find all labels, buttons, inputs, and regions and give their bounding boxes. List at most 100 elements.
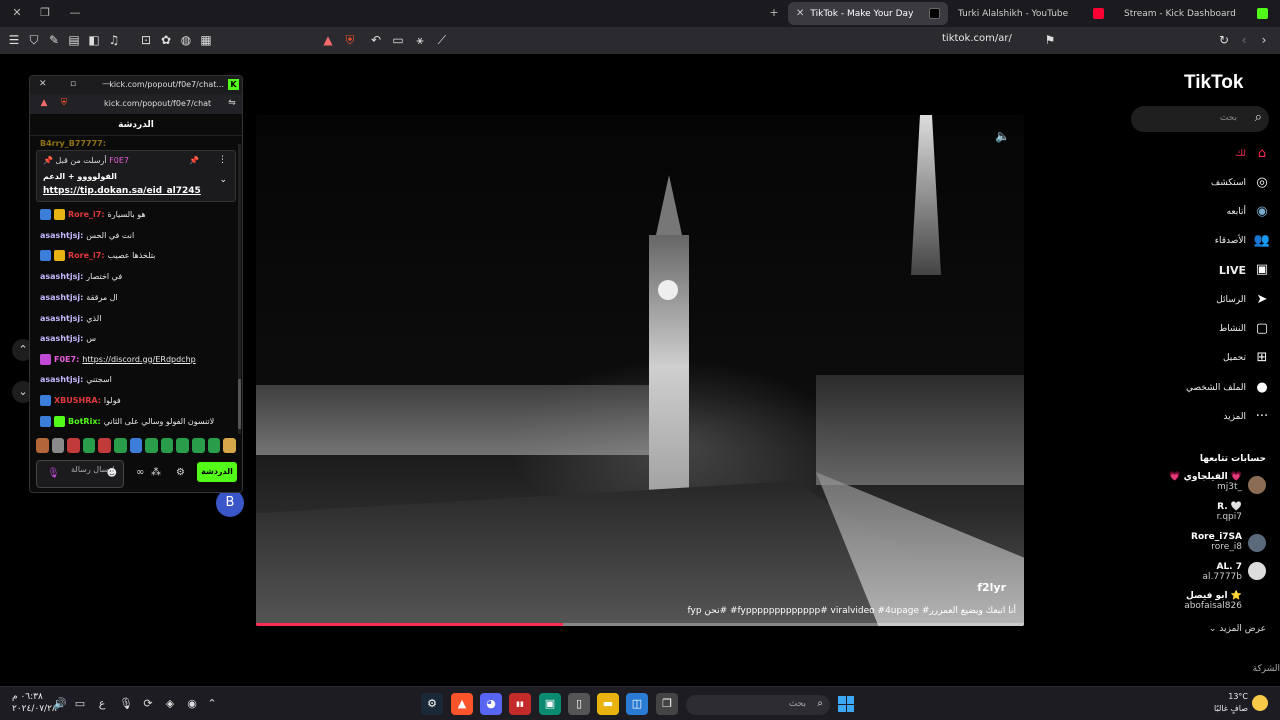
shield-icon[interactable]: ⛉ <box>26 32 42 48</box>
microphone-icon[interactable]: 🎙 <box>47 468 60 479</box>
avatar[interactable] <box>1248 592 1266 610</box>
close-window-icon[interactable]: ✕ <box>10 6 24 20</box>
nav-for-you[interactable]: ⌂ لك <box>1140 144 1270 164</box>
language-indicator[interactable]: ع <box>94 696 110 712</box>
reload-icon[interactable]: ↻ <box>1216 32 1232 48</box>
task-view-icon[interactable]: ❐ <box>656 693 678 715</box>
following-account[interactable]: 💗 الفيلجاوي 💗 mj3t_ <box>1122 472 1242 492</box>
weather-widget[interactable]: 13°C صافٍ غالبًا <box>1200 691 1248 715</box>
emote-icon[interactable] <box>192 438 205 453</box>
kebab-menu-icon[interactable]: ⋮ <box>218 155 227 165</box>
forward-icon[interactable]: › <box>1256 32 1272 48</box>
nav-more[interactable]: ··· المزيد <box>1140 407 1270 427</box>
chat-message-input[interactable]: 🎙 إرسال رسالة ☻ <box>36 460 124 488</box>
wallet-icon[interactable]: ▦ <box>198 32 214 48</box>
windows-start-button[interactable] <box>838 696 854 712</box>
search-icon[interactable]: ⌕ <box>1255 110 1262 125</box>
avatar[interactable] <box>1248 476 1266 494</box>
tab-kick[interactable]: Stream - Kick Dashboard <box>1116 2 1276 25</box>
nav-profile[interactable]: ● الملف الشخصي <box>1140 378 1270 398</box>
brave-shields-icon[interactable]: ⛨ <box>342 32 358 48</box>
chevron-up-icon[interactable]: ⌃ <box>204 696 220 712</box>
back-icon[interactable]: ‹ <box>1236 32 1252 48</box>
chat-username[interactable]: asashtjsj: <box>40 231 83 240</box>
chat-message-link[interactable]: https://discord.gg/ERdpdchp <box>82 355 195 364</box>
store-app-icon[interactable]: ◫ <box>626 693 648 715</box>
video-author-handle[interactable]: f2lyr <box>977 581 1006 594</box>
settings-gear-icon[interactable]: ⚙ <box>176 467 185 478</box>
emote-icon[interactable] <box>145 438 158 453</box>
see-more-button[interactable]: عرض المزيد ⌄ <box>1209 624 1266 634</box>
file-explorer-icon[interactable]: ▬ <box>597 693 619 715</box>
volume-icon[interactable]: 🔊 <box>52 696 68 712</box>
nav-friends[interactable]: 👥 الأصدقاء <box>1140 231 1270 251</box>
maximize-window-icon[interactable]: ▫ <box>70 79 76 89</box>
bookmark-add-icon[interactable]: ✎ <box>46 32 62 48</box>
steam-app-icon[interactable]: ⚙ <box>421 693 443 715</box>
tiktok-logo[interactable]: TikTok <box>1184 72 1243 94</box>
avatar[interactable] <box>1248 534 1266 552</box>
emote-icon[interactable] <box>67 438 80 453</box>
chat-username[interactable]: asashtjsj: <box>40 314 83 323</box>
steam-tray-icon[interactable]: ◈ <box>162 696 178 712</box>
screenshot-icon[interactable]: ⊡ <box>138 32 154 48</box>
emote-icon[interactable] <box>160 438 174 453</box>
chat-username[interactable]: asashtjsj: <box>40 293 83 302</box>
pinned-message[interactable]: 📌 أرسلت من قبل F0E7 الفولوووو + الدعم ht… <box>36 150 236 202</box>
emote-icon[interactable] <box>207 438 221 453</box>
chat-username[interactable]: asashtjsj: <box>40 334 83 343</box>
tab-tiktok[interactable]: ✕ TikTok - Make Your Day <box>788 2 948 25</box>
cast-icon[interactable]: ▭ <box>390 32 406 48</box>
chat-username[interactable]: BotRix: <box>68 417 101 426</box>
emote-icon[interactable] <box>129 438 143 453</box>
brave-rewards-icon[interactable]: ▲ <box>38 98 50 110</box>
chat-username[interactable]: Rore_i7: <box>68 210 105 219</box>
leo-icon[interactable]: ⟋ <box>434 32 450 48</box>
chat-scrollbar[interactable] <box>238 144 241 434</box>
brave-shields-icon[interactable]: ⛨ <box>58 98 70 110</box>
following-account[interactable]: ابو فيصل ⭐ abofaisal826 <box>1122 591 1242 611</box>
emote-icon[interactable] <box>36 438 49 453</box>
emote-icon[interactable] <box>223 438 236 453</box>
chat-username[interactable]: asashtjsj: <box>40 375 83 384</box>
emote-icon[interactable] <box>98 438 112 453</box>
following-account[interactable]: R. 🤍 r.qpi7 <box>1122 502 1242 522</box>
emote-icon[interactable] <box>176 438 190 453</box>
streamlabs-app-icon[interactable]: ▣ <box>539 693 561 715</box>
sidebar-icon[interactable]: ◧ <box>86 32 102 48</box>
menu-icon[interactable]: ☰ <box>6 32 22 48</box>
avatar[interactable] <box>1248 562 1266 580</box>
network-icon[interactable]: ▭ <box>72 696 88 712</box>
bookmark-icon[interactable]: ⚑ <box>1042 32 1058 48</box>
popout-url[interactable]: kick.com/popout/f0e7/chat <box>104 99 211 108</box>
share-icon[interactable]: ↶ <box>368 32 384 48</box>
pinned-link[interactable]: https://tip.dokan.sa/eid_al7245 <box>43 186 201 196</box>
brave-rewards-icon[interactable]: ▲ <box>320 32 336 48</box>
taskbar-search-input[interactable]: بحث ⌕ <box>686 695 830 715</box>
nav-activity[interactable]: ▢ النشاط <box>1140 319 1270 339</box>
usb-app-icon[interactable]: ▯ <box>568 693 590 715</box>
emote-icon[interactable] <box>51 438 65 453</box>
dots-icon[interactable]: ⁂ <box>151 467 161 478</box>
tab-youtube[interactable]: Turki Alalshikh - YouTube <box>950 2 1112 25</box>
music-icon[interactable]: ♫ <box>106 32 122 48</box>
volume-icon[interactable]: 🔈 <box>995 129 1010 143</box>
nav-following[interactable]: ◉ أتابعه <box>1140 202 1270 222</box>
brave-app-icon[interactable]: ▲ <box>451 693 473 715</box>
video-player[interactable]: 🔈 f2lyr أنا اتبعك ويضيع العمررر# fyppppp… <box>256 115 1024 626</box>
microphone-icon[interactable]: 🎙 <box>118 696 134 712</box>
emoji-icon[interactable]: ☻ <box>107 468 117 479</box>
close-window-icon[interactable]: ✕ <box>39 79 47 89</box>
tray-app-icon[interactable]: ◉ <box>184 696 200 712</box>
chat-username[interactable]: Rore_i7: <box>68 251 105 260</box>
following-account[interactable]: Rore_i7SA rore_i8 <box>1122 532 1242 552</box>
video-progress-bar[interactable] <box>256 623 1024 626</box>
taskbar-clock[interactable]: ٠٦:٣٨ م ٢٠٢٤/٠٧/٢٨ <box>12 691 57 715</box>
chat-username[interactable]: asashtjsj: <box>40 272 83 281</box>
chat-send-button[interactable]: الدردشة <box>197 462 237 482</box>
restore-window-icon[interactable]: ❐ <box>38 6 52 20</box>
infinity-icon[interactable]: ∞ <box>136 467 144 478</box>
discord-app-icon[interactable]: ◕ <box>480 693 502 715</box>
following-account[interactable]: AL. 7 al.7777b <box>1122 562 1243 582</box>
search-input[interactable]: بحث ⌕ <box>1131 106 1269 132</box>
